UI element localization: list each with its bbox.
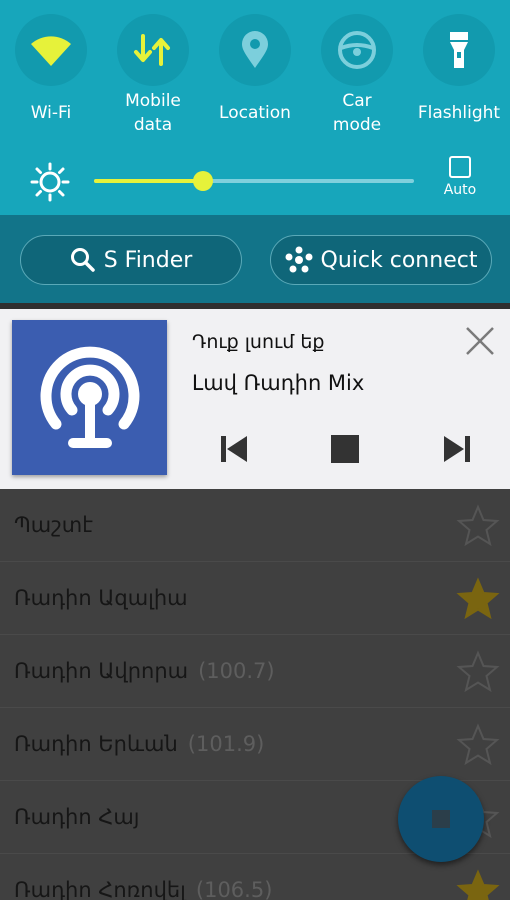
wifi-toggle[interactable]: Wi-Fi	[0, 14, 102, 138]
car-mode-toggle[interactable]: Car mode	[306, 14, 408, 138]
station-name: Ռադիո Երևան (101.9)	[14, 732, 264, 756]
brightness-slider-thumb[interactable]	[193, 171, 213, 191]
mobile-data-toggle[interactable]: Mobile data	[102, 14, 204, 138]
stop-icon	[432, 810, 450, 828]
media-notification[interactable]: Դուք լսում եք Լավ Ռադիո Mix	[0, 309, 510, 489]
star-outline-icon[interactable]	[456, 723, 500, 767]
quick-settings-panel: Wi-Fi Mobile data Location Car mode Flas…	[0, 0, 510, 215]
s-finder-button[interactable]: S Finder	[20, 235, 242, 285]
location-label: Location	[219, 103, 291, 123]
wifi-toggle-circle[interactable]	[15, 14, 87, 86]
list-item[interactable]: Ռադիո Ավրորա (100.7)	[0, 635, 510, 708]
station-name: Ռադիո Ավրորա (100.7)	[14, 659, 275, 683]
quick-connect-label: Quick connect	[320, 247, 478, 273]
quick-connect-icon	[285, 246, 313, 273]
list-item[interactable]: Ռադիո Երևան (101.9)	[0, 708, 510, 781]
station-artwork	[12, 320, 167, 475]
station-name: Ռադիո Հոռովել (106.5)	[14, 878, 272, 900]
brightness-slider-fill	[94, 179, 203, 183]
s-finder-label: S Finder	[103, 247, 193, 273]
station-name-text: Ռադիո Ավրորա	[14, 659, 189, 683]
now-playing-station: Լավ Ռադիո Mix	[192, 371, 365, 395]
list-item[interactable]: Ռադիո Ազալիա	[0, 562, 510, 635]
previous-icon[interactable]	[218, 433, 250, 465]
stop-fab-button[interactable]	[398, 776, 484, 862]
station-name-text: Ռադիո Երևան	[14, 732, 178, 756]
list-item[interactable]: Պաշտէ	[0, 489, 510, 562]
car-mode-icon	[338, 31, 376, 69]
flashlight-toggle[interactable]: Flashlight	[408, 14, 510, 138]
star-filled-icon[interactable]	[456, 869, 500, 900]
action-bar: S Finder Quick connect	[0, 215, 510, 303]
quick-connect-button[interactable]: Quick connect	[270, 235, 492, 285]
station-frequency: (106.5)	[195, 878, 273, 900]
brightness-icon	[30, 162, 70, 202]
mobile-data-icon	[134, 34, 170, 66]
location-toggle-circle[interactable]	[219, 14, 291, 86]
podcast-icon	[40, 346, 139, 448]
now-playing-title: Դուք լսում եք	[192, 331, 325, 353]
location-toggle[interactable]: Location	[204, 14, 306, 138]
station-frequency: (100.7)	[198, 659, 275, 683]
station-name: Պաշտէ	[14, 513, 103, 537]
car-mode-toggle-circle[interactable]	[321, 14, 393, 86]
brightness-row: Auto	[0, 152, 510, 212]
mobile-data-label: Mobile data	[125, 91, 181, 135]
auto-brightness-checkbox[interactable]	[449, 156, 471, 178]
mobile-data-toggle-circle[interactable]	[117, 14, 189, 86]
star-outline-icon[interactable]	[456, 504, 500, 548]
station-name-text: Ռադիո Հոռովել	[14, 878, 186, 900]
search-icon	[70, 248, 95, 272]
star-filled-icon[interactable]	[456, 577, 500, 621]
station-name: Ռադիո Հայ	[14, 805, 150, 829]
location-icon	[242, 31, 268, 68]
flashlight-icon	[450, 32, 468, 68]
close-icon[interactable]	[462, 323, 498, 359]
wifi-icon	[31, 36, 71, 66]
station-name-text: Ռադիո Հայ	[14, 805, 140, 829]
wifi-label: Wi-Fi	[30, 103, 72, 123]
station-name-text: Ռադիո Ազալիա	[14, 586, 188, 610]
car-mode-label: Car mode	[332, 91, 382, 135]
stop-icon[interactable]	[329, 433, 361, 465]
flashlight-label: Flashlight	[417, 103, 501, 123]
next-icon[interactable]	[441, 433, 473, 465]
station-name-text: Պաշտէ	[14, 513, 93, 537]
station-name: Ռադիո Ազալիա	[14, 586, 198, 610]
star-outline-icon[interactable]	[456, 650, 500, 694]
brightness-slider[interactable]	[94, 171, 414, 191]
auto-brightness-label: Auto	[443, 182, 477, 198]
station-frequency: (101.9)	[187, 732, 265, 756]
auto-brightness-toggle[interactable]: Auto	[440, 156, 480, 198]
flashlight-toggle-circle[interactable]	[423, 14, 495, 86]
